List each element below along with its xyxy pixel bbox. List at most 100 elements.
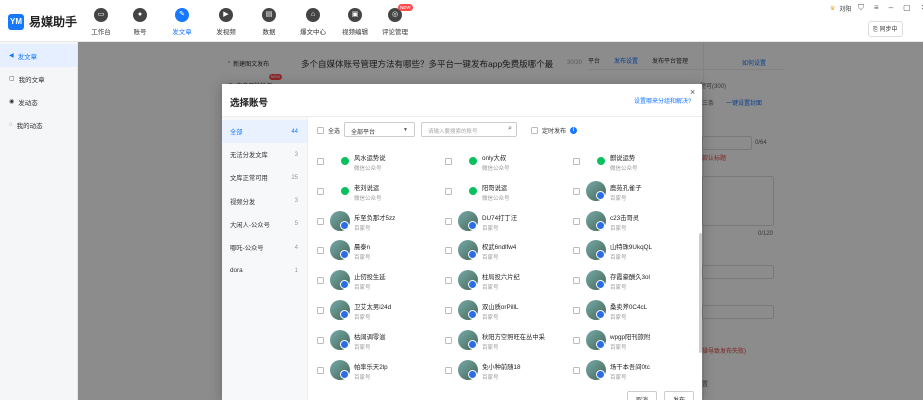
account-item[interactable]: 风水运势说 微信公众号 — [317, 147, 445, 177]
checkbox[interactable] — [317, 247, 324, 255]
checkbox[interactable] — [445, 277, 452, 285]
nav-comment[interactable]: ◎ NEW 评论管理 — [377, 4, 413, 36]
checkbox[interactable] — [317, 158, 324, 165]
checkbox[interactable] — [317, 187, 324, 195]
checkbox[interactable] — [445, 217, 452, 225]
account-item[interactable]: 柱局投六片纪 百家号 — [445, 266, 573, 296]
account-item[interactable]: only大叔 微信公众号 — [445, 147, 573, 177]
info-icon[interactable]: i — [570, 127, 578, 134]
checkbox[interactable] — [317, 217, 324, 225]
checkbox[interactable] — [445, 187, 452, 195]
account-platform: 微信公众号 — [482, 166, 510, 172]
baijiahao-icon — [468, 280, 477, 290]
sidebar-item-post-article[interactable]: ◀ 发文章 — [0, 44, 77, 67]
nav-data[interactable]: ▤ 数据 — [251, 8, 287, 36]
account-item[interactable]: 阳哥说运 微信公众号 — [445, 177, 573, 207]
moment-icon: ◉ — [9, 99, 15, 105]
select-all-checkbox[interactable]: 全选 — [317, 126, 340, 135]
user-info[interactable]: ♛ 刘阳 — [830, 4, 851, 13]
account-item[interactable]: 枯阔调零滋 百家号 — [317, 326, 445, 356]
checkbox[interactable] — [317, 336, 324, 344]
account-item[interactable]: DU74打丁汪 百家号 — [445, 207, 573, 237]
account-item[interactable]: 存霞豪酬久3ol 百家号 — [573, 266, 701, 296]
checkbox[interactable] — [573, 336, 580, 344]
scrollbar[interactable] — [699, 233, 702, 353]
checkbox[interactable] — [317, 366, 324, 374]
checkbox[interactable] — [445, 336, 452, 344]
checkbox[interactable] — [445, 307, 452, 314]
checkbox[interactable] — [573, 247, 580, 255]
account-item[interactable]: 秋阳方空照旺在丛中采 百家号 — [445, 326, 573, 356]
checkbox[interactable] — [317, 307, 324, 314]
checkbox[interactable] — [573, 307, 580, 314]
sync-button[interactable]: ⎘ 同步中 — [868, 21, 903, 37]
account-item[interactable]: 免小种前随18 百家号 — [445, 356, 573, 386]
account-item[interactable]: 山特珠9UkqQL 百家号 — [573, 236, 701, 266]
nav-workbench[interactable]: ▭ 工作台 — [83, 8, 119, 36]
account-item[interactable]: 场干本吾间0tc 百家号 — [573, 356, 701, 386]
baijiahao-icon — [340, 339, 349, 349]
video-edit-icon: ▣ — [348, 8, 362, 22]
top-bar: YM 易媒助手 ▭ 工作台 ● 账号 ✎ 发文章 ▶ 发视频 ▤ 数据 ⌂ 爆文… — [0, 0, 923, 42]
checkbox[interactable] — [317, 127, 324, 134]
minimize-icon[interactable]: – — [889, 3, 893, 13]
nav-account[interactable]: ● 账号 — [122, 8, 158, 36]
maximize-icon[interactable]: ▢ — [903, 3, 911, 13]
nav-hot-article[interactable]: ⌂ 爆文中心 — [295, 8, 331, 36]
account-item[interactable]: 鹿苑孔雀子 百家号 — [573, 177, 701, 207]
account-item[interactable]: 双山质orPillL 百家号 — [445, 296, 573, 326]
nav-video[interactable]: ▶ 发视频 — [208, 8, 244, 36]
checkbox[interactable] — [573, 158, 580, 165]
account-search-input[interactable]: 请输入要搜索的账号 ⌕ — [421, 122, 517, 137]
checkbox[interactable] — [445, 366, 452, 374]
group-item[interactable]: 文库正常可用 25 — [222, 166, 307, 189]
group-item[interactable]: 视频分发 3 — [222, 190, 307, 213]
group-help-link[interactable]: 设置哪来分组和解决? — [634, 96, 691, 105]
group-item[interactable]: 哪吒-公众号 4 — [222, 236, 307, 259]
menu-icon[interactable]: ≡ — [874, 3, 879, 13]
select-account-dialog: 选择账号 设置哪来分组和解决? × 全部 44 无法分发文库 3 文库正常可用 25 … — [222, 84, 702, 400]
account-platform: 百家号 — [482, 344, 499, 351]
nav-video-edit[interactable]: ▣ 视频编辑 — [337, 8, 373, 36]
account-platform: 微信公众号 — [354, 166, 382, 172]
baijiahao-icon — [596, 220, 605, 230]
checkbox[interactable] — [573, 217, 580, 225]
account-item[interactable]: 卫艾太男i24d 百家号 — [317, 296, 445, 326]
timed-publish-checkbox[interactable]: 定时发布 i — [531, 126, 578, 135]
account-item[interactable]: 止仞投生延 百家号 — [317, 266, 445, 296]
account-item[interactable]: wpgp阳刊旅附 百家号 — [573, 326, 701, 356]
close-icon[interactable]: × — [690, 87, 695, 97]
group-item[interactable]: 无法分发文库 3 — [222, 143, 307, 166]
account-item[interactable]: 麒说运势 微信公众号 — [573, 147, 701, 177]
checkbox[interactable] — [445, 158, 452, 165]
account-item[interactable]: 权武6ndlfw4 百家号 — [445, 236, 573, 266]
checkbox[interactable] — [445, 247, 452, 255]
group-item[interactable]: 全部 44 — [222, 120, 307, 144]
group-item[interactable]: dora 1 — [222, 259, 307, 282]
account-platform: 百家号 — [610, 195, 627, 202]
cancel-button[interactable]: 取消 — [627, 391, 658, 400]
account-name: 止仞投生延 — [354, 274, 386, 282]
checkbox[interactable] — [531, 127, 538, 134]
account-item[interactable]: 晨泰n 百家号 — [317, 236, 445, 266]
sidebar-item-post-moment[interactable]: ◉ 发动态 — [0, 90, 77, 113]
search-icon[interactable]: ⌕ — [508, 125, 512, 133]
group-item[interactable]: 大闲人-公众号 5 — [222, 213, 307, 236]
sidebar-item-my-moments[interactable]: ◌ 我的动态 — [0, 113, 77, 136]
platform-select[interactable]: 全部平台 ▼ — [344, 122, 415, 137]
checkbox[interactable] — [317, 277, 324, 285]
checkbox[interactable] — [573, 277, 580, 285]
account-item[interactable]: 桑卖斧0C4cL 百家号 — [573, 296, 701, 326]
account-item[interactable]: 老刘说运 微信公众号 — [317, 177, 445, 207]
sidebar-item-my-articles[interactable]: ▢ 我的文章 — [0, 67, 77, 90]
account-platform: 百家号 — [354, 255, 371, 262]
user-name: 刘阳 — [839, 7, 852, 13]
checkbox[interactable] — [573, 366, 580, 374]
nav-article[interactable]: ✎ 发文章 — [164, 8, 200, 36]
shield-icon[interactable]: ⛉ — [858, 3, 864, 13]
publish-button[interactable]: 发布 — [664, 391, 695, 400]
account-item[interactable]: 帕率乐天2lp 百家号 — [317, 356, 445, 386]
account-item[interactable]: 斥至负那才5zz 百家号 — [317, 207, 445, 237]
checkbox[interactable] — [573, 187, 580, 195]
account-item[interactable]: c23击哥灵 百家号 — [573, 207, 701, 237]
